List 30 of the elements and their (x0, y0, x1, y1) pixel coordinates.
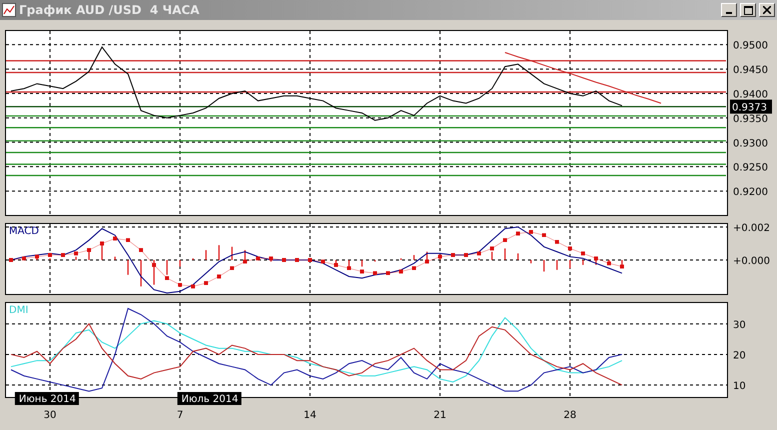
axis-label: +0.002 (733, 223, 770, 234)
axis-label: 21 (434, 410, 446, 421)
axis-label: 0.9350 (733, 114, 768, 125)
axis-label: 30 (733, 320, 746, 331)
month-tag: Июнь 2014 (14, 392, 79, 405)
axis-label: 7 (176, 410, 184, 421)
window-title: График AUD /USD 4 ЧАСА (19, 3, 200, 17)
month-tag: Июль 2014 (177, 392, 242, 405)
indicator-label: DMI (9, 305, 28, 316)
axis-label: 14 (304, 410, 316, 421)
axis-label: 28 (564, 410, 576, 421)
maximize-icon (744, 6, 752, 14)
chart-icon (2, 3, 16, 17)
price-tag: 0.9373 (730, 100, 772, 114)
minimize-button[interactable] (721, 3, 737, 17)
axis-label: 0.9300 (733, 138, 768, 150)
axis-label: 0.9400 (733, 89, 768, 100)
axis-label: 0.9500 (733, 40, 768, 52)
axis-label: 20 (733, 350, 746, 362)
indicator-label: MACD (9, 226, 39, 237)
axis-label: 30 (44, 410, 56, 421)
axis-label: 0.9250 (733, 162, 768, 174)
axis-label: 10 (733, 381, 746, 392)
maximize-button[interactable] (740, 3, 756, 17)
axis-label: +0.000 (733, 256, 770, 267)
axis-label: 0.9450 (733, 65, 768, 76)
ref-line-label: 0.9373 (732, 102, 767, 114)
close-icon (763, 6, 771, 14)
close-button[interactable] (759, 3, 775, 17)
axis-label: 0.9200 (733, 187, 768, 198)
